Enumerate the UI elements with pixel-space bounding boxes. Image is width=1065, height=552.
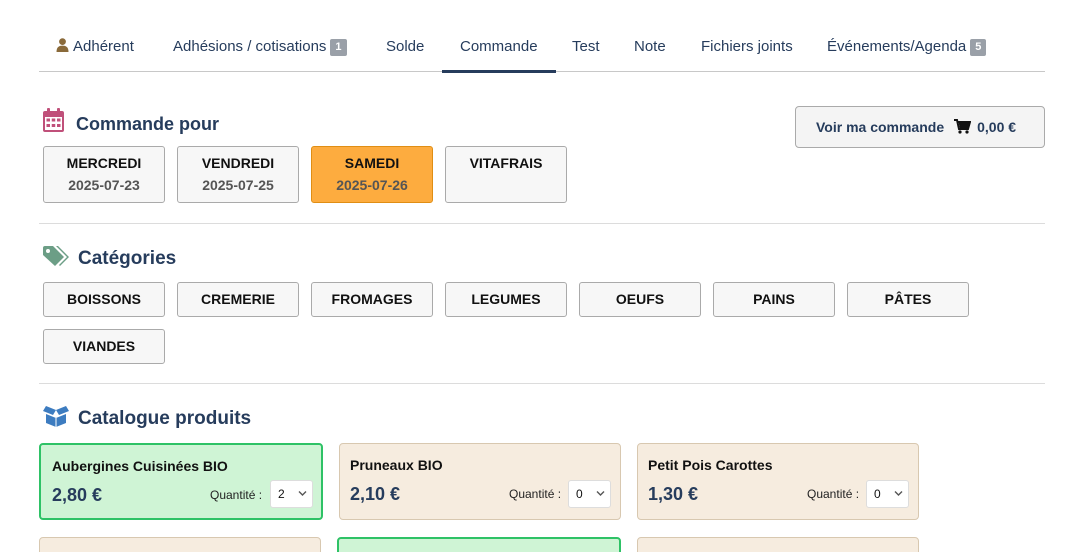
product-card [39,537,321,552]
divider [39,383,1045,384]
user-icon [56,38,69,52]
day-vendredi-button[interactable]: VENDREDI 2025-07-25 [177,146,299,203]
tab-label: Fichiers joints [701,38,793,55]
category-legumes-button[interactable]: LEGUMES [445,282,567,317]
count-badge: 5 [970,39,987,56]
tab-label: Adhésions / cotisations [173,38,327,55]
product-price: 2,10 € [350,484,401,504]
category-pains-button[interactable]: PAINS [713,282,835,317]
category-oeufs-button[interactable]: OEUFS [579,282,701,317]
category-fromages-button[interactable]: FROMAGES [311,282,433,317]
category-boissons-button[interactable]: BOISSONS [43,282,165,317]
day-date: 2025-07-26 [336,177,408,193]
product-card [637,537,919,552]
quantity-select[interactable]: 0 [866,480,909,508]
tab-test[interactable]: Test [572,24,600,71]
quantity-label: Quantité : [807,487,860,501]
tab-label: Commande [460,38,538,55]
quantity-value: 0 [874,487,881,501]
day-mercredi-button[interactable]: MERCREDI 2025-07-23 [43,146,165,203]
product-card: Petit Pois Carottes 1,30 € Quantité : 0 [637,443,919,520]
categories-heading: Catégories [43,246,243,272]
day-name: MERCREDI [66,155,142,171]
category-cremerie-button[interactable]: CREMERIE [177,282,299,317]
product-name: Pruneaux BIO [350,457,443,473]
order-for-title: Commande pour [76,114,220,134]
day-vitafrais-button[interactable]: VITAFRAIS [445,146,567,203]
day-samedi-button[interactable]: SAMEDI 2025-07-26 [311,146,433,203]
view-order-label: Voir ma commande [816,119,945,135]
category-pates-button[interactable]: PÂTES [847,282,969,317]
quantity-label: Quantité : [509,487,562,501]
order-for-heading: Commande pour [43,108,243,134]
quantity-value: 2 [278,487,285,501]
tab-evenements-agenda[interactable]: Événements/Agenda 5 [827,24,987,71]
tab-label: Test [572,38,600,55]
tab-label: Note [634,38,666,55]
chevron-down-icon [298,491,307,496]
catalogue-title: Catalogue produits [78,408,252,429]
quantity-select[interactable]: 2 [270,480,313,508]
tab-commande[interactable]: Commande [442,24,555,73]
category-viandes-button[interactable]: VIANDES [43,329,165,364]
day-date: 2025-07-23 [68,177,140,193]
product-price: 2,80 € [52,485,103,505]
quantity-label: Quantité : [210,488,263,502]
product-name: Petit Pois Carottes [648,457,773,473]
box-open-icon [43,406,69,427]
tab-label: Adhérent [73,38,134,55]
tab-solde[interactable]: Solde [386,24,424,71]
cart-icon [954,119,972,134]
product-card: Pruneaux BIO 2,10 € Quantité : 0 [339,443,621,520]
tab-adherent[interactable]: Adhérent [56,24,134,71]
divider [39,223,1045,224]
order-total: 0,00 € [977,119,1017,135]
tab-note[interactable]: Note [634,24,666,71]
product-card: Aubergines Cuisinées BIO 2,80 € Quantité… [39,443,323,520]
day-name: VENDREDI [201,155,275,171]
day-name: SAMEDI [344,155,400,171]
categories-title: Catégories [78,248,177,269]
quantity-value: 0 [576,487,583,501]
count-badge: 1 [330,39,347,56]
chevron-down-icon [596,491,605,496]
catalogue-heading: Catalogue produits [43,406,303,432]
day-date: 2025-07-25 [202,177,274,193]
product-price: 1,30 € [648,484,699,504]
day-name: VITAFRAIS [469,155,543,171]
calendar-icon [43,108,64,132]
tab-bar: Adhérent Adhésions / cotisations 1 Solde … [39,24,1045,73]
tab-adhesions[interactable]: Adhésions / cotisations 1 [173,24,347,71]
tags-icon [43,246,69,266]
tab-fichiers-joints[interactable]: Fichiers joints [701,24,793,71]
quantity-select[interactable]: 0 [568,480,611,508]
product-card [337,537,621,552]
tab-label: Solde [386,38,425,55]
tab-label: Événements/Agenda [827,38,967,55]
product-name: Aubergines Cuisinées BIO [52,458,228,474]
chevron-down-icon [894,491,903,496]
view-order-button[interactable]: Voir ma commande 0,00 € [795,106,1045,148]
